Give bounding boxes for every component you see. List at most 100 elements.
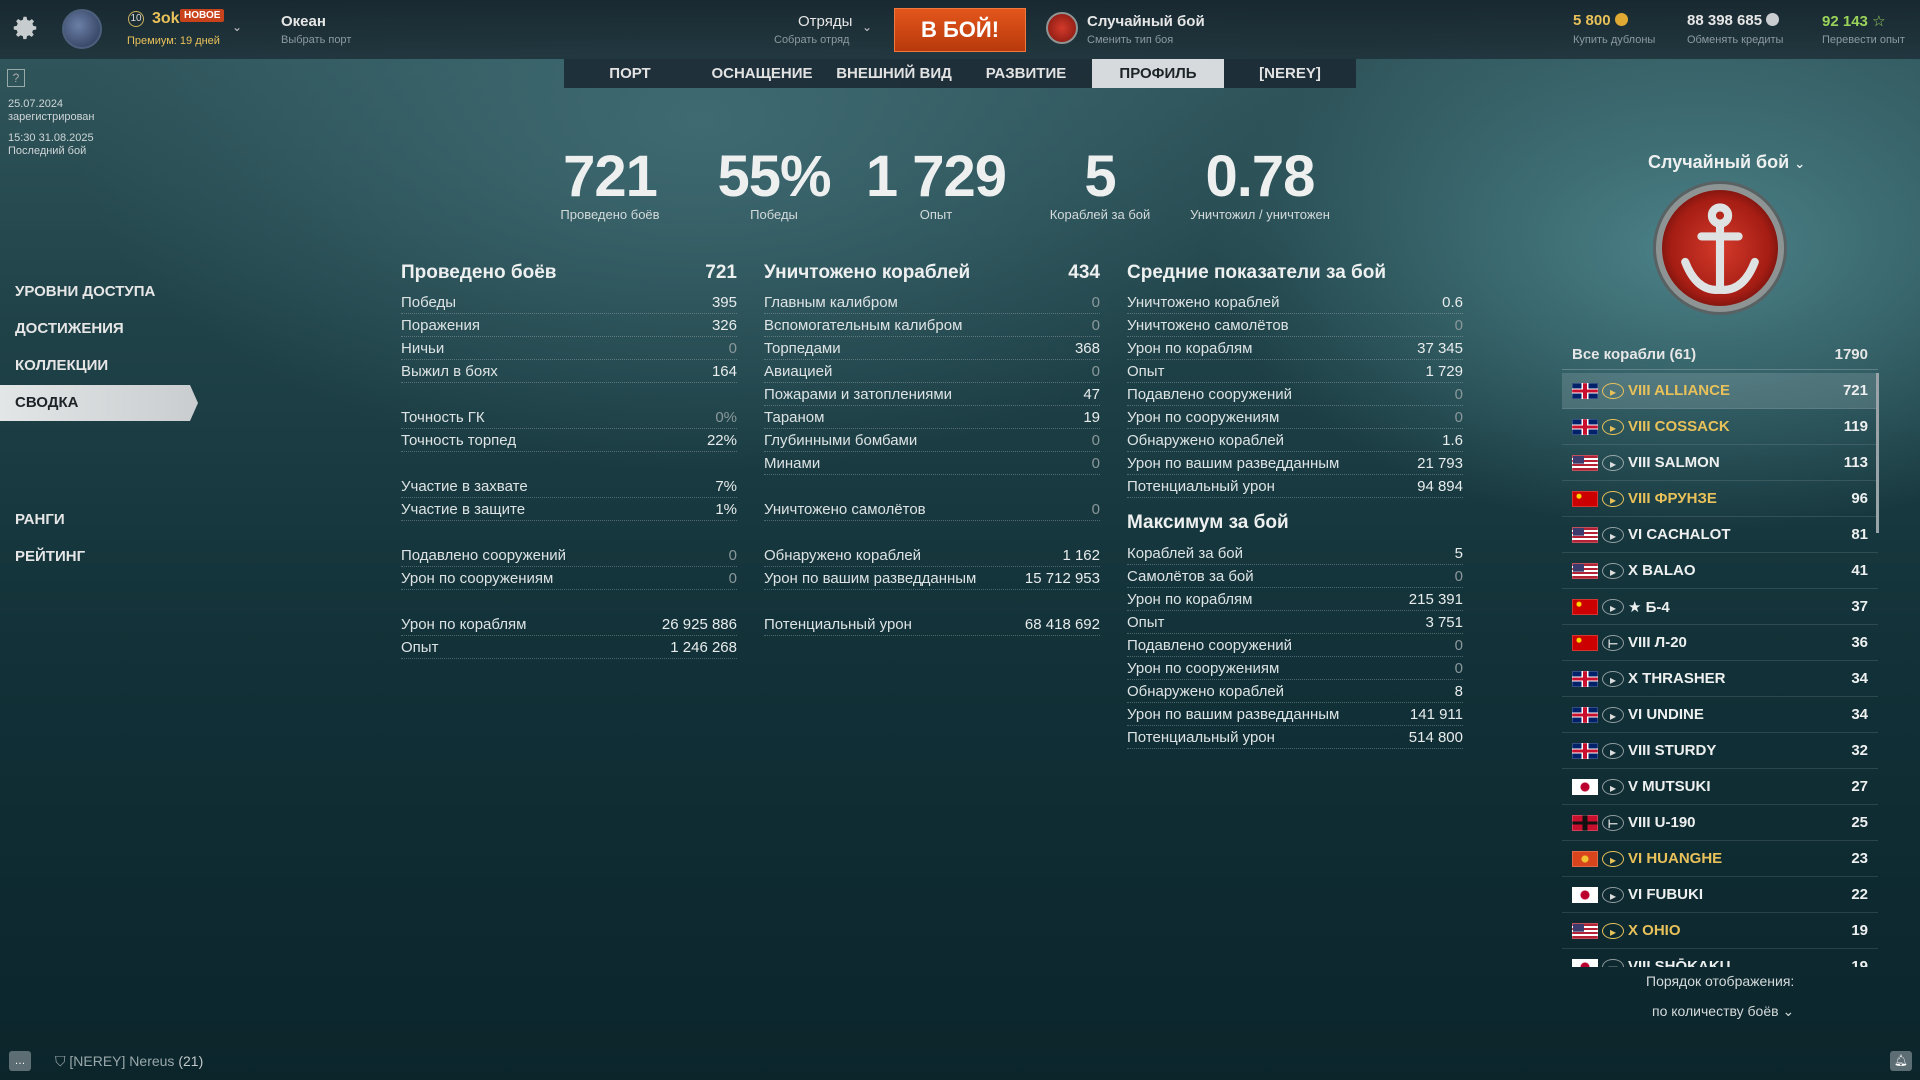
ship-class-icon: ⊢ [1602, 634, 1624, 651]
stat-row: Опыт 1 246 268 [401, 636, 737, 659]
stat-row: Обнаружено кораблей 8 [1127, 680, 1463, 703]
avatar[interactable] [62, 9, 102, 49]
ship-class-icon: ▸ [1602, 562, 1624, 579]
battle-mode-icon[interactable] [1046, 12, 1078, 44]
doubloons-value[interactable]: 5 800 [1573, 12, 1628, 29]
chevron-down-icon: ⌄ [1782, 1003, 1795, 1019]
stat-value: 0 [1454, 385, 1463, 403]
stat-value: 326 [711, 316, 737, 334]
stat-label: Урон по кораблям [1127, 339, 1253, 357]
stat-value: 0 [1091, 431, 1100, 449]
ship-row[interactable]: ▸ VI UNDINE 34 [1562, 697, 1878, 733]
ship-row[interactable]: ▸ VIII ФРУНЗЕ 96 [1562, 481, 1878, 517]
player-nickname[interactable]: 3ok [152, 10, 180, 28]
stat-value: 141 911 [1409, 705, 1463, 723]
ship-name: ★ Б-4 [1628, 598, 1670, 616]
all-ships-row[interactable]: Все корабли (61) 1790 [1562, 340, 1878, 370]
ship-row[interactable]: ▭ VIII SHŌKAKU 19 [1562, 949, 1878, 967]
stat-label: Пожарами и затоплениями [764, 385, 953, 403]
battle-button[interactable]: В БОЙ! [894, 8, 1026, 52]
port-subtitle[interactable]: Выбрать порт [281, 34, 351, 46]
stat-label: Кораблей за бой [1127, 544, 1244, 562]
kd-label: Уничтожил / уничтожен [1190, 207, 1330, 222]
stat-value: 1% [715, 500, 737, 518]
xp-label: Опыт [919, 207, 953, 222]
stat-row: Потенциальный урон 68 418 692 [764, 613, 1100, 636]
ship-row[interactable]: ▸ X OHIO 19 [1562, 913, 1878, 949]
battle-mode-subtitle[interactable]: Сменить тип боя [1087, 34, 1173, 46]
ship-row[interactable]: ▸ VI CACHALOT 81 [1562, 517, 1878, 553]
ship-battle-count: 22 [1851, 886, 1868, 903]
help-icon[interactable]: ? [7, 69, 25, 87]
chevron-down-icon[interactable]: ⌄ [862, 20, 872, 34]
chevron-down-icon: ⌄ [1794, 156, 1806, 171]
ship-row[interactable]: ▸ VIII STURDY 32 [1562, 733, 1878, 769]
tab-0[interactable]: ПОРТ [564, 59, 696, 88]
port-title[interactable]: Океан [281, 13, 326, 30]
nav-rating[interactable]: РЕЙТИНГ [15, 548, 85, 565]
stat-label: Авиацией [764, 362, 833, 380]
nav-summary[interactable]: СВОДКА [0, 385, 198, 421]
ship-row[interactable]: ▸ X BALAO 41 [1562, 553, 1878, 589]
stat-value: 22% [706, 431, 737, 449]
exchange-credits-link[interactable]: Обменять кредиты [1687, 34, 1783, 46]
squad-title[interactable]: Отряды [798, 13, 852, 30]
ship-row[interactable]: ▸ VI HUANGHE 23 [1562, 841, 1878, 877]
ship-name: VIII U-190 [1628, 814, 1696, 831]
ship-row[interactable]: ▸ V MUTSUKI 27 [1562, 769, 1878, 805]
ship-name: VIII SHŌKAKU [1628, 958, 1731, 967]
gear-icon[interactable] [10, 13, 40, 43]
nav-collections[interactable]: КОЛЛЕКЦИИ [15, 357, 108, 374]
battles-label: Проведено боёв [560, 207, 660, 222]
ship-battle-count: 96 [1851, 490, 1868, 507]
ship-list: ▸ VIII ALLIANCE 721 ▸ VIII COSSACK 119 ▸ VIII S… [1562, 373, 1878, 967]
battle-mode-title[interactable]: Случайный бой [1087, 13, 1205, 30]
premium-status[interactable]: Премиум: 19 дней [127, 35, 220, 47]
convert-xp-link[interactable]: Перевести опыт [1822, 34, 1905, 46]
clan-tag[interactable]: ⛉ [NEREY] Nereus (21) [55, 1053, 203, 1070]
chat-icon[interactable]: … [9, 1051, 31, 1071]
credits-value[interactable]: 88 398 685 [1687, 12, 1780, 29]
uk-flag-icon [1572, 706, 1598, 723]
stat-label: Обнаружено кораблей [1127, 682, 1285, 700]
buy-doubloons-link[interactable]: Купить дублоны [1573, 34, 1655, 46]
tab-5[interactable]: [NEREY] [1224, 59, 1356, 88]
nav-access-levels[interactable]: УРОВНИ ДОСТУПА [15, 283, 155, 300]
ship-row[interactable]: ▸ ★ Б-4 37 [1562, 589, 1878, 625]
battles-value: 721 [563, 144, 658, 209]
chevron-down-icon[interactable]: ⌄ [232, 20, 242, 34]
nav-achievements[interactable]: ДОСТИЖЕНИЯ [15, 320, 124, 337]
tab-3[interactable]: РАЗВИТИЕ [960, 59, 1092, 88]
ship-row[interactable]: ▸ VI FUBUKI 22 [1562, 877, 1878, 913]
ship-battle-count: 19 [1851, 958, 1868, 967]
stat-label: Потенциальный урон [1127, 477, 1275, 495]
stat-label: Обнаружено кораблей [764, 546, 922, 564]
tab-1[interactable]: ОСНАЩЕНИЕ [696, 59, 828, 88]
ship-name: VIII COSSACK [1628, 418, 1730, 435]
stat-value: 0 [728, 569, 737, 587]
ship-battle-count: 27 [1851, 778, 1868, 795]
nav-ranks[interactable]: РАНГИ [15, 511, 65, 528]
stat-value: 514 800 [1408, 728, 1463, 746]
free-xp-value[interactable]: 92 143 ☆ [1822, 12, 1886, 30]
ship-battle-count: 81 [1851, 526, 1868, 543]
tab-4[interactable]: ПРОФИЛЬ [1092, 59, 1224, 88]
stat-row: Победы 395 [401, 291, 737, 314]
ship-row[interactable]: ▸ X THRASHER 34 [1562, 661, 1878, 697]
tab-2[interactable]: ВНЕШНИЙ ВИД [828, 59, 960, 88]
squad-subtitle[interactable]: Собрать отряд [774, 34, 849, 46]
ship-row[interactable]: ⊢ VIII U-190 25 [1562, 805, 1878, 841]
shield-icon: ⛉ [55, 1053, 66, 1069]
ship-row[interactable]: ⊢ VIII Л-20 36 [1562, 625, 1878, 661]
stat-label: Уничтожено самолётов [764, 500, 926, 518]
sort-order-select[interactable]: по количеству боёв ⌄ [1652, 1003, 1794, 1020]
ship-row[interactable]: ▸ VIII ALLIANCE 721 [1562, 373, 1878, 409]
main-tabs: ПОРТ ОСНАЩЕНИЕ ВНЕШНИЙ ВИД РАЗВИТИЕ ПРОФИЛЬ[… [564, 59, 1356, 88]
stat-label: Точность торпед [401, 431, 517, 449]
ship-list-scrollbar[interactable] [1876, 373, 1879, 533]
ship-row[interactable]: ▸ VIII SALMON 113 [1562, 445, 1878, 481]
ship-battle-count: 25 [1851, 814, 1868, 831]
battle-type-select[interactable]: Случайный бой ⌄ [1648, 152, 1805, 173]
ship-row[interactable]: ▸ VIII COSSACK 119 [1562, 409, 1878, 445]
bell-icon[interactable]: 🔔︎ [1890, 1051, 1912, 1071]
